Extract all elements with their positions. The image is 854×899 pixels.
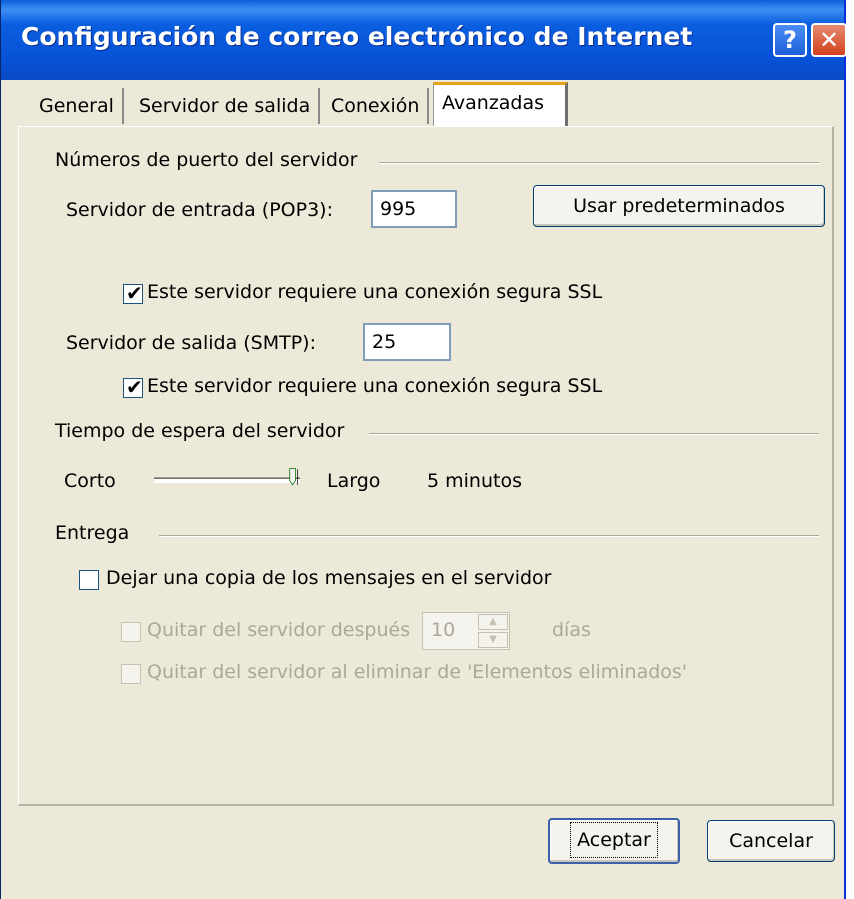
incoming-ssl-label[interactable]: Este servidor requiere una conexión segu… xyxy=(147,281,602,303)
tab-general[interactable]: General xyxy=(31,88,124,124)
incoming-server-label: Servidor de entrada (POP3): xyxy=(66,199,333,221)
ok-button[interactable]: Aceptar xyxy=(548,818,680,864)
check-icon: ✔ xyxy=(126,375,143,399)
remove-after-days-value: 10 xyxy=(431,619,456,641)
remove-deleted-label: Quitar del servidor al eliminar de 'Elem… xyxy=(147,661,688,683)
tab-general-label: General xyxy=(39,95,114,117)
incoming-port-field[interactable]: 995 xyxy=(371,190,457,228)
timeout-slider-thumb[interactable] xyxy=(289,465,299,489)
outgoing-ssl-label[interactable]: Este servidor requiere una conexión segu… xyxy=(147,375,602,397)
close-button[interactable]: ✕ xyxy=(811,23,847,57)
remove-after-days-spinner[interactable]: 10 ▲ ▼ xyxy=(422,612,510,650)
remove-after-unit: días xyxy=(552,619,591,641)
ok-button-label: Aceptar xyxy=(570,822,658,858)
spin-up-icon[interactable]: ▲ xyxy=(478,614,508,630)
tab-conexion-label: Conexión xyxy=(331,95,420,117)
title-bar[interactable]: Configuración de correo electrónico de I… xyxy=(1,0,847,80)
tab-conexion[interactable]: Conexión xyxy=(323,88,430,124)
outgoing-ssl-checkbox[interactable]: ✔ xyxy=(123,375,143,399)
tab-panel-avanzadas: Números de puerto del servidor Servidor … xyxy=(18,126,834,806)
ports-group-label: Números de puerto del servidor xyxy=(55,149,366,171)
help-icon: ? xyxy=(783,26,797,54)
tab-avanzadas-label: Avanzadas xyxy=(442,92,545,114)
tab-avanzadas[interactable]: Avanzadas xyxy=(433,82,568,126)
check-icon: ✔ xyxy=(126,281,143,305)
spin-down-icon[interactable]: ▼ xyxy=(478,632,508,648)
tab-servidor-de-salida[interactable]: Servidor de salida xyxy=(131,88,321,124)
timeout-long-label: Largo xyxy=(327,470,381,492)
group-separator xyxy=(369,433,819,435)
use-defaults-button[interactable]: Usar predeterminados xyxy=(533,185,825,227)
group-separator xyxy=(159,535,819,537)
remove-after-label: Quitar del servidor después xyxy=(147,619,411,641)
dialog-window: Configuración de correo electrónico de I… xyxy=(0,0,847,899)
cancel-button[interactable]: Cancelar xyxy=(707,820,835,862)
tab-servidor-de-salida-label: Servidor de salida xyxy=(139,95,311,117)
help-button[interactable]: ? xyxy=(773,23,807,57)
outgoing-port-field[interactable]: 25 xyxy=(363,323,451,361)
window-title: Configuración de correo electrónico de I… xyxy=(21,22,693,51)
timeout-group-label: Tiempo de espera del servidor xyxy=(55,420,353,442)
group-separator xyxy=(379,162,819,164)
timeout-value-text: 5 minutos xyxy=(427,470,522,492)
timeout-short-label: Corto xyxy=(64,470,116,492)
remove-deleted-checkbox[interactable] xyxy=(121,664,141,684)
close-icon: ✕ xyxy=(818,26,840,54)
leave-copy-label[interactable]: Dejar una copia de los mensajes en el se… xyxy=(106,567,551,589)
outgoing-server-label: Servidor de salida (SMTP): xyxy=(66,332,316,354)
timeout-slider-track[interactable] xyxy=(154,477,300,483)
remove-after-checkbox[interactable] xyxy=(121,622,141,642)
leave-copy-checkbox[interactable] xyxy=(79,570,99,590)
dialog-client-area: General Servidor de salida Conexión Avan… xyxy=(1,80,844,899)
incoming-ssl-checkbox[interactable]: ✔ xyxy=(123,281,143,305)
delivery-group-label: Entrega xyxy=(55,522,138,544)
